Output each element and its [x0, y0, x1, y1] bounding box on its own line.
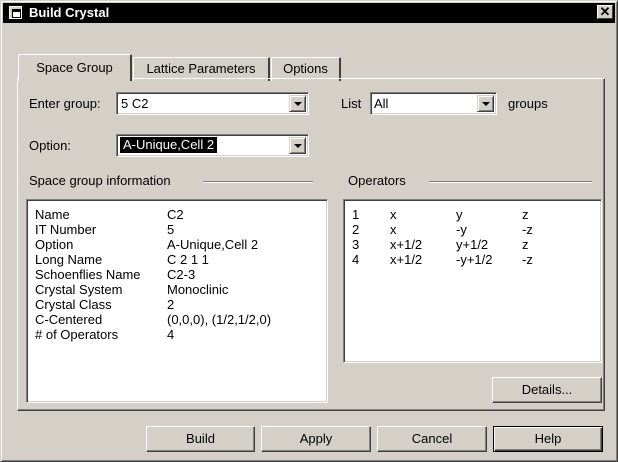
operator-x: x+1/2	[390, 237, 423, 252]
info-key: # of Operators	[35, 327, 119, 342]
info-key: Long Name	[35, 252, 103, 267]
operator-index: 1	[352, 207, 360, 222]
operator-index: 3	[352, 237, 360, 252]
apply-button[interactable]: Apply	[261, 426, 371, 452]
info-key: IT Number	[35, 222, 97, 237]
window-icon	[9, 6, 22, 19]
list-filter-value: All	[374, 96, 389, 111]
operators-heading: Operators	[348, 173, 406, 188]
tab-label: Lattice Parameters	[146, 61, 256, 76]
info-key: Crystal System	[35, 282, 123, 297]
groups-label: groups	[508, 96, 548, 111]
operator-z: -z	[522, 222, 533, 237]
enter-group-combo[interactable]: 5 C2	[116, 92, 309, 115]
option-value: A-Unique,Cell 2	[118, 136, 219, 154]
operator-x: x	[390, 207, 397, 222]
operator-index: 4	[352, 252, 360, 267]
operators-list[interactable]: 1 x y z 2 x -y -z 3 x+1/2 y+1/2 z 4 x+1/…	[343, 199, 602, 363]
window-title: Build Crystal	[29, 5, 110, 20]
close-button[interactable]: ✕	[597, 5, 613, 19]
option-combo[interactable]: A-Unique,Cell 2	[116, 134, 309, 157]
divider	[429, 181, 592, 183]
help-button[interactable]: Help	[493, 426, 603, 452]
info-value: 4	[167, 327, 175, 342]
tab-label: Space Group	[36, 60, 113, 75]
chevron-down-icon[interactable]	[289, 95, 306, 112]
operator-y: -y	[456, 222, 467, 237]
operator-x: x	[390, 222, 397, 237]
build-button[interactable]: Build	[146, 426, 255, 452]
info-value: 5	[167, 222, 175, 237]
operator-index: 2	[352, 222, 360, 237]
build-crystal-dialog: Build Crystal ✕ Space Group Lattice Para…	[0, 0, 618, 462]
tab-label: Options	[283, 61, 328, 76]
chevron-down-icon[interactable]	[289, 137, 306, 154]
operator-y: -y+1/2	[456, 252, 493, 267]
space-group-info-box[interactable]: Name C2 IT Number 5 Option A-Unique,Cell…	[26, 199, 328, 403]
cancel-button[interactable]: Cancel	[377, 426, 487, 452]
info-value: C2-3	[167, 267, 196, 282]
info-value: C 2 1 1	[167, 252, 209, 267]
info-key: Schoenflies Name	[35, 267, 141, 282]
info-value: A-Unique,Cell 2	[167, 237, 259, 252]
operator-y: y	[456, 207, 463, 222]
details-button[interactable]: Details...	[492, 377, 602, 403]
info-key: Option	[35, 237, 74, 252]
list-label: List	[341, 96, 362, 111]
enter-group-value: 5 C2	[121, 96, 149, 111]
operator-z: z	[522, 207, 529, 222]
info-value: Monoclinic	[167, 282, 229, 297]
list-filter-combo[interactable]: All	[370, 92, 497, 115]
chevron-down-icon[interactable]	[477, 95, 494, 112]
info-value: C2	[167, 207, 184, 222]
tab-space-group[interactable]: Space Group	[18, 54, 132, 81]
info-value: 2	[167, 297, 175, 312]
info-key: Crystal Class	[35, 297, 112, 312]
info-key: C-Centered	[35, 312, 103, 327]
enter-group-label: Enter group:	[29, 96, 101, 111]
title-bar[interactable]: Build Crystal ✕	[3, 3, 615, 23]
info-value: (0,0,0), (1/2,1/2,0)	[167, 312, 272, 327]
space-group-info-heading: Space group information	[29, 173, 171, 188]
operator-z: z	[522, 237, 529, 252]
option-label: Option:	[29, 138, 71, 153]
operator-y: y+1/2	[456, 237, 489, 252]
operator-z: -z	[522, 252, 533, 267]
divider	[203, 181, 313, 183]
info-key: Name	[35, 207, 70, 222]
operator-x: x+1/2	[390, 252, 423, 267]
